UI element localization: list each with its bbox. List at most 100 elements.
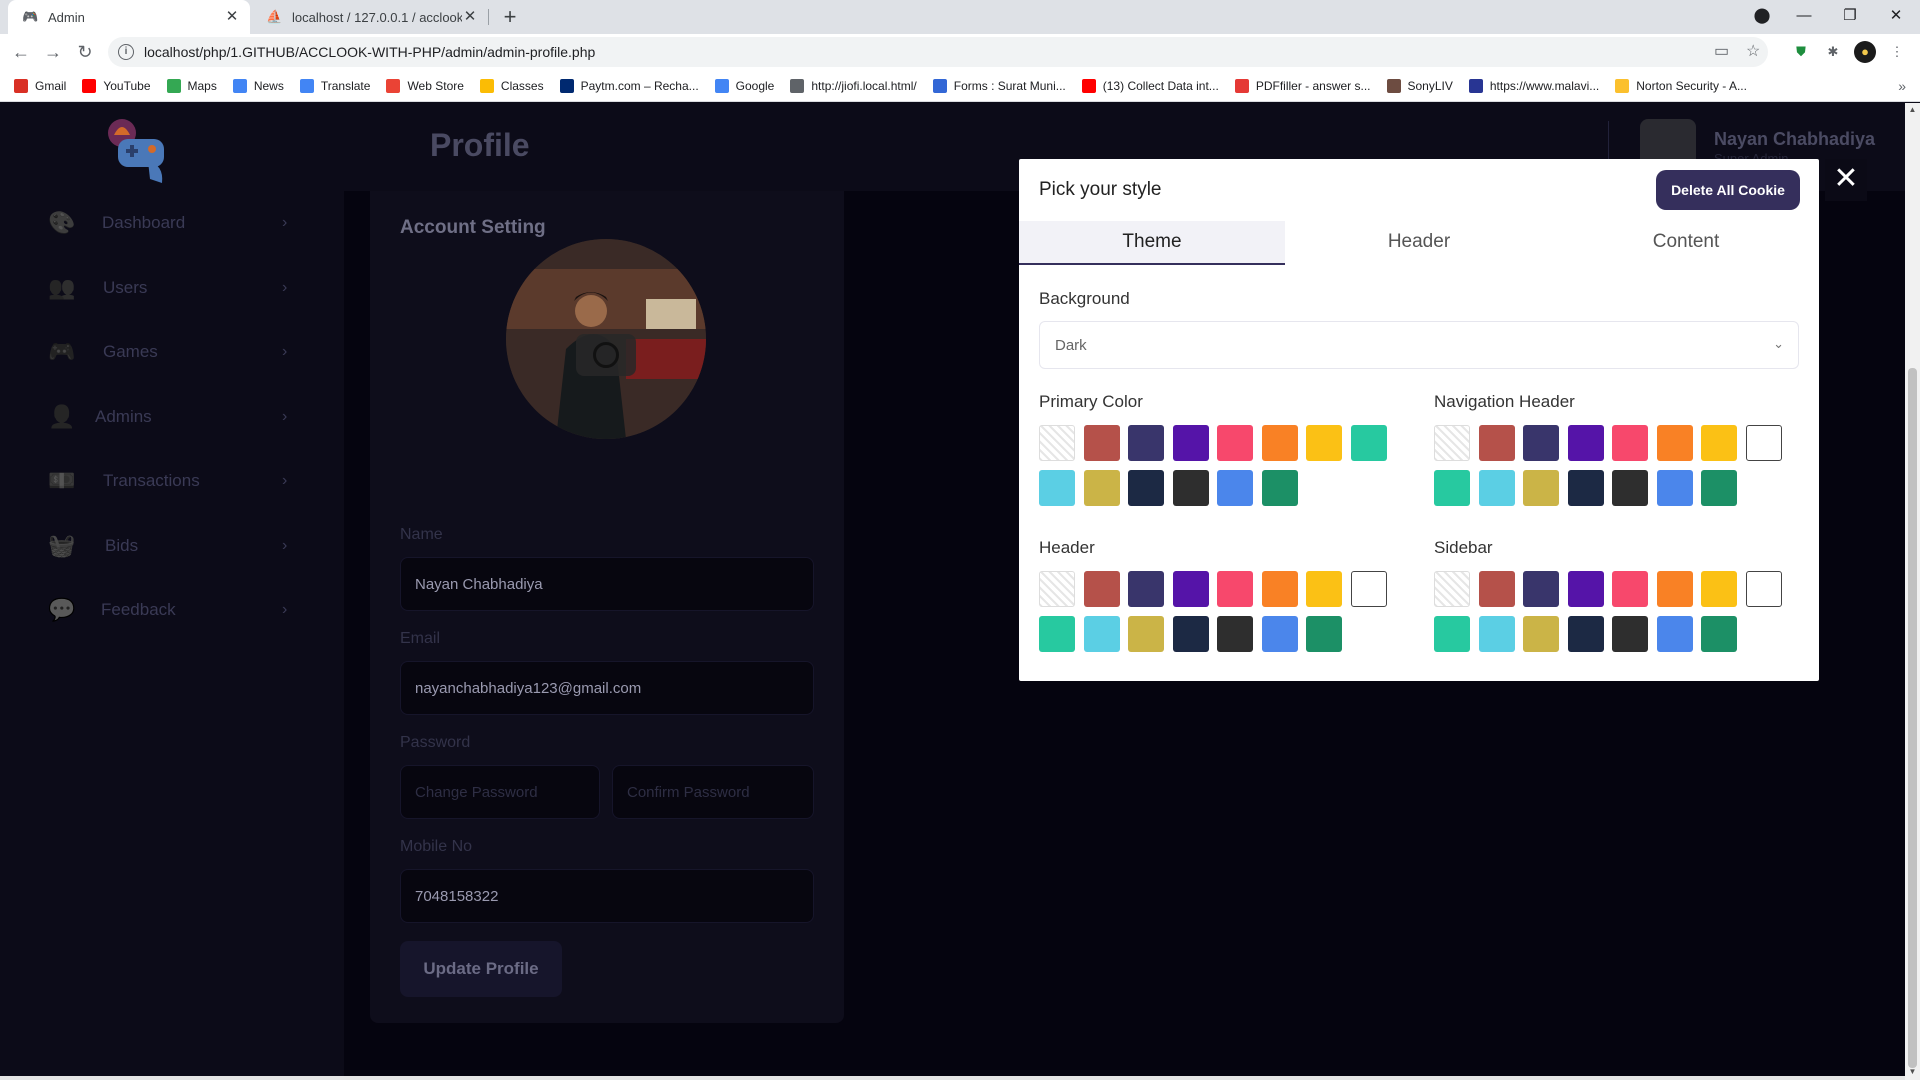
delete-all-cookie-button[interactable]: Delete All Cookie (1656, 170, 1800, 210)
bookmark-item[interactable]: http://jiofi.local.html/ (790, 78, 917, 93)
bookmark-item[interactable]: Paytm.com – Recha... (559, 78, 699, 93)
primary-color-swatch[interactable] (1217, 470, 1253, 506)
close-icon[interactable]: ✕ (1825, 159, 1867, 201)
bookmark-item[interactable]: PDFfiller - answer s... (1234, 78, 1371, 93)
camera-icon[interactable] (576, 334, 636, 376)
sidebar-color-swatch[interactable] (1434, 616, 1470, 652)
bookmark-item[interactable]: News (232, 78, 284, 93)
header-color-swatch[interactable] (1083, 616, 1120, 652)
bookmark-item[interactable]: Classes (479, 78, 544, 93)
header-color-swatch[interactable] (1306, 616, 1342, 652)
nav-header-color-swatch[interactable] (1656, 425, 1693, 461)
header-color-swatch[interactable] (1217, 616, 1253, 652)
bookmark-item[interactable]: Gmail (14, 78, 66, 93)
email-field[interactable]: nayanchabhadiya123@gmail.com (400, 661, 814, 715)
name-field[interactable]: Nayan Chabhadiya (400, 557, 814, 611)
sidebar-color-swatch[interactable] (1745, 571, 1782, 607)
bookmark-item[interactable]: SonyLIV (1386, 78, 1453, 93)
kebab-menu-icon[interactable]: ⋮ (1886, 41, 1908, 63)
primary-color-swatch[interactable] (1172, 470, 1209, 506)
horizontal-scrollbar[interactable] (0, 1076, 1905, 1080)
header-color-swatch[interactable] (1039, 571, 1075, 607)
sidebar-color-swatch[interactable] (1612, 571, 1648, 607)
primary-color-swatch[interactable] (1306, 425, 1342, 461)
sidebar-color-swatch[interactable] (1478, 571, 1515, 607)
nav-header-color-swatch[interactable] (1478, 470, 1515, 506)
bookmark-item[interactable]: Google (714, 78, 774, 93)
tab-header[interactable]: Header (1286, 221, 1552, 265)
primary-color-swatch[interactable] (1350, 425, 1387, 461)
nav-header-color-swatch[interactable] (1701, 470, 1737, 506)
mobile-field[interactable]: 7048158322 (400, 869, 814, 923)
sidebar-item-transactions[interactable]: 💵 Transactions › (0, 456, 344, 506)
new-tab-button[interactable]: + (497, 4, 523, 30)
close-window-button[interactable]: ✕ (1874, 0, 1918, 34)
nav-header-color-swatch[interactable] (1478, 425, 1515, 461)
close-tab-icon[interactable]: ✕ (224, 9, 240, 25)
nav-header-color-swatch[interactable] (1523, 425, 1559, 461)
background-select[interactable]: Dark ⌄ (1039, 321, 1799, 369)
primary-color-swatch[interactable] (1261, 425, 1298, 461)
bookmark-item[interactable]: Translate (299, 78, 370, 93)
primary-color-swatch[interactable] (1217, 425, 1253, 461)
update-profile-button[interactable]: Update Profile (400, 941, 562, 997)
bookmark-item[interactable]: Web Store (386, 78, 464, 93)
reload-icon[interactable]: ↻ (72, 39, 98, 65)
primary-color-swatch[interactable] (1083, 470, 1120, 506)
back-arrow-icon[interactable]: ← (8, 39, 34, 65)
primary-color-swatch[interactable] (1039, 425, 1075, 461)
tab-theme[interactable]: Theme (1019, 221, 1285, 265)
sidebar-item-dashboard[interactable]: 🎨 Dashboard › (0, 198, 344, 248)
primary-color-swatch[interactable] (1128, 470, 1164, 506)
header-color-swatch[interactable] (1039, 616, 1075, 652)
nav-header-color-swatch[interactable] (1567, 470, 1604, 506)
primary-color-swatch[interactable] (1083, 425, 1120, 461)
header-color-swatch[interactable] (1083, 571, 1120, 607)
sidebar-color-swatch[interactable] (1434, 571, 1470, 607)
bookmark-item[interactable]: Forms : Surat Muni... (932, 78, 1066, 93)
sidebar-color-swatch[interactable] (1567, 571, 1604, 607)
bookmark-item[interactable]: YouTube (82, 78, 151, 93)
primary-color-swatch[interactable] (1128, 425, 1164, 461)
sidebar-item-bids[interactable]: 🧺 Bids › (0, 521, 344, 571)
header-color-swatch[interactable] (1128, 616, 1164, 652)
primary-color-swatch[interactable] (1039, 470, 1075, 506)
sidebar-color-swatch[interactable] (1612, 616, 1648, 652)
restore-button[interactable]: ❐ (1828, 0, 1872, 34)
profile-photo[interactable] (506, 239, 706, 439)
primary-color-swatch[interactable] (1172, 425, 1209, 461)
vertical-scrollbar[interactable]: ▲ ▼ (1905, 103, 1920, 1080)
user-name[interactable]: Nayan Chabhadiya (1714, 129, 1875, 150)
profile-menu-icon[interactable]: ⬤ (1740, 0, 1784, 34)
nav-header-color-swatch[interactable] (1612, 470, 1648, 506)
scroll-up-arrow-icon[interactable]: ▲ (1905, 105, 1920, 114)
user-avatar-icon[interactable]: ● (1854, 41, 1876, 63)
header-color-swatch[interactable] (1128, 571, 1164, 607)
nav-header-color-swatch[interactable] (1434, 470, 1470, 506)
address-bar[interactable]: i localhost/php/1.GITHUB/ACCLOOK-WITH-PH… (108, 37, 1768, 67)
header-color-swatch[interactable] (1261, 571, 1298, 607)
header-color-swatch[interactable] (1350, 571, 1387, 607)
bookmark-item[interactable]: https://www.malavi... (1468, 78, 1599, 93)
sidebar-item-games[interactable]: 🎮 Games › (0, 327, 344, 377)
sidebar-item-admins[interactable]: 👤 Admins › (0, 392, 344, 442)
scroll-down-arrow-icon[interactable]: ▼ (1905, 1067, 1920, 1076)
primary-color-swatch[interactable] (1261, 470, 1298, 506)
header-color-swatch[interactable] (1306, 571, 1342, 607)
minimize-button[interactable]: — (1782, 0, 1826, 34)
nav-header-color-swatch[interactable] (1745, 425, 1782, 461)
puzzle-extensions-icon[interactable]: ✱ (1822, 41, 1844, 63)
sidebar-color-swatch[interactable] (1656, 616, 1693, 652)
sidebar-color-swatch[interactable] (1656, 571, 1693, 607)
header-color-swatch[interactable] (1172, 616, 1209, 652)
bookmark-item[interactable]: Norton Security - A... (1615, 78, 1747, 93)
nav-header-color-swatch[interactable] (1656, 470, 1693, 506)
tab-content[interactable]: Content (1553, 221, 1819, 265)
nav-header-color-swatch[interactable] (1567, 425, 1604, 461)
change-password-field[interactable]: Change Password (400, 765, 600, 819)
nav-header-color-swatch[interactable] (1701, 425, 1737, 461)
acclook-logo-icon[interactable] (104, 113, 180, 189)
shield-extension-icon[interactable]: ⛊ (1790, 41, 1812, 63)
header-color-swatch[interactable] (1261, 616, 1298, 652)
sidebar-color-swatch[interactable] (1701, 616, 1737, 652)
